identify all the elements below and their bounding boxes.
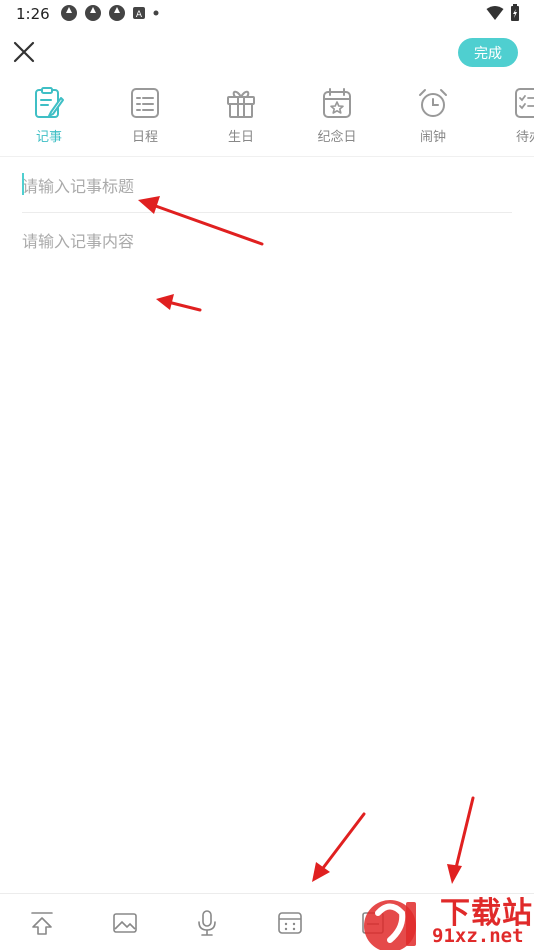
alarm-clock-icon xyxy=(419,89,447,117)
todo-checklist-icon xyxy=(515,88,534,118)
title-input[interactable] xyxy=(22,168,512,204)
gift-icon xyxy=(227,90,255,118)
done-button[interactable]: 完成 xyxy=(458,38,518,67)
tab-schedule[interactable]: 日程 xyxy=(110,86,180,150)
content-input[interactable] xyxy=(22,228,512,868)
microphone-icon xyxy=(198,910,216,936)
aperture-icon xyxy=(109,5,125,21)
tab-label: 闹钟 xyxy=(419,130,446,145)
calendar-star-icon xyxy=(323,88,351,118)
app-a-icon: A xyxy=(133,7,145,20)
status-bar: 1:26 A xyxy=(0,0,534,28)
memo-edit-icon xyxy=(35,87,64,118)
svg-text:A: A xyxy=(136,10,143,20)
battery-charging-icon xyxy=(511,4,519,21)
aperture-icon xyxy=(85,5,101,21)
watermark-url: 91xz.net xyxy=(432,925,524,947)
tab-birthday[interactable]: 生日 xyxy=(206,86,276,150)
status-notification-icons: A xyxy=(60,4,160,22)
tab-label: 记事 xyxy=(35,130,62,145)
tab-anniversary[interactable]: 纪念日 xyxy=(302,86,372,150)
calendar-grid-icon xyxy=(278,912,302,934)
upload-icon xyxy=(31,912,53,935)
upload-button[interactable] xyxy=(27,908,57,938)
tab-label: 待办 xyxy=(515,130,534,145)
tab-label: 生日 xyxy=(227,130,254,145)
calendar-button[interactable] xyxy=(275,908,305,938)
tab-memo[interactable]: 记事 xyxy=(14,86,84,150)
close-button[interactable] xyxy=(10,38,38,66)
aperture-icon xyxy=(61,5,77,21)
tab-label: 日程 xyxy=(131,130,158,145)
category-tabs: 记事 日程 生日 纪念日 闹钟 待 xyxy=(0,86,534,152)
text-cursor xyxy=(22,173,24,195)
wifi-icon xyxy=(486,6,504,20)
tab-label: 纪念日 xyxy=(317,130,357,145)
status-system-icons xyxy=(486,4,520,22)
tab-alarm[interactable]: 闹钟 xyxy=(398,86,468,150)
close-icon xyxy=(13,41,35,63)
voice-button[interactable] xyxy=(192,908,222,938)
divider xyxy=(22,212,512,213)
dot-icon xyxy=(153,10,159,16)
image-button[interactable] xyxy=(110,908,140,938)
schedule-list-icon xyxy=(131,88,159,118)
divider xyxy=(0,156,534,157)
image-icon xyxy=(113,913,137,933)
tab-todo[interactable]: 待办 xyxy=(494,86,534,150)
status-time: 1:26 xyxy=(16,5,50,23)
